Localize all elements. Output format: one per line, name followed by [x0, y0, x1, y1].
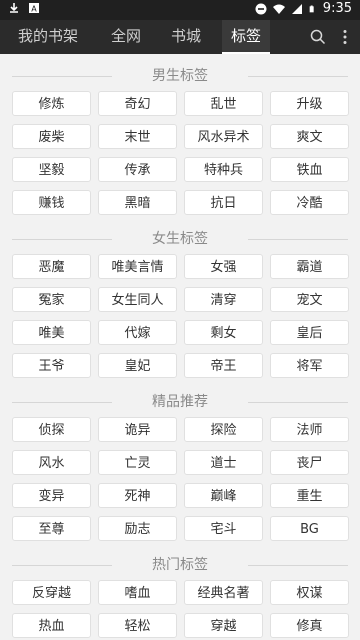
tag-button[interactable]: 修炼 [12, 91, 91, 116]
tag-button[interactable]: 法师 [270, 417, 349, 442]
tag-button[interactable]: 巅峰 [184, 483, 263, 508]
tag-button[interactable]: 奇幻 [98, 91, 177, 116]
tag-button[interactable]: 坚毅 [12, 157, 91, 182]
section-title-featured: 精品推荐 [0, 391, 360, 413]
tag-button[interactable]: 丧尸 [270, 450, 349, 475]
tag-button[interactable]: 恶魔 [12, 254, 91, 279]
tag-button[interactable]: 王爷 [12, 353, 91, 378]
tag-button[interactable]: 女生同人 [98, 287, 177, 312]
tag-button[interactable]: 铁血 [270, 157, 349, 182]
tag-button[interactable]: 抗日 [184, 190, 263, 215]
signal-icon [291, 3, 302, 14]
tag-button[interactable]: 穿越 [184, 613, 263, 638]
tag-button[interactable]: 重生 [270, 483, 349, 508]
tag-button[interactable]: 废柴 [12, 124, 91, 149]
tag-button[interactable]: 清穿 [184, 287, 263, 312]
minus-circle-icon [255, 3, 267, 14]
tag-button[interactable]: 冤家 [12, 287, 91, 312]
tag-grid-male: 修炼 奇幻 乱世 升级废柴 末世 风水异术 爽文坚毅 传承 特种兵 铁血赚钱 黑暗 抗日 冷酷 [12, 91, 350, 215]
tag-button[interactable]: 修真 [270, 613, 349, 638]
tag-button[interactable]: 宠文 [270, 287, 349, 312]
tag-grid-hot: 反穿越 嗜血 经典名著 权谋热血 轻松 穿越 修真 [12, 580, 350, 638]
tab-all-web[interactable]: 全网 [96, 20, 156, 54]
tag-button[interactable]: 变异 [12, 483, 91, 508]
tag-button[interactable]: 宅斗 [184, 516, 263, 541]
app-a-icon: A [29, 3, 39, 14]
search-button[interactable] [307, 26, 329, 48]
tag-button[interactable]: 将军 [270, 353, 349, 378]
tag-button[interactable]: 赚钱 [12, 190, 91, 215]
tag-button[interactable]: 特种兵 [184, 157, 263, 182]
tag-button[interactable]: 经典名著 [184, 580, 263, 605]
tab-bookstore[interactable]: 书城 [156, 20, 216, 54]
status-time: 9:35 [322, 1, 352, 16]
section-title-hot: 热门标签 [0, 554, 360, 576]
tag-button[interactable]: 霸道 [270, 254, 349, 279]
tag-button[interactable]: 诡异 [98, 417, 177, 442]
tag-button[interactable]: 帝王 [184, 353, 263, 378]
tag-button[interactable]: 升级 [270, 91, 349, 116]
section-title-male: 男生标签 [0, 65, 360, 87]
tag-button[interactable]: 传承 [98, 157, 177, 182]
tag-button[interactable]: 亡灵 [98, 450, 177, 475]
tag-button[interactable]: 死神 [98, 483, 177, 508]
tag-button[interactable]: 嗜血 [98, 580, 177, 605]
more-vertical-icon [343, 30, 347, 44]
tag-button[interactable]: 冷酷 [270, 190, 349, 215]
tab-tags[interactable]: 标签 [222, 20, 270, 54]
tab-bookshelf[interactable]: 我的书架 [8, 20, 88, 54]
tag-button[interactable]: 唯美言情 [98, 254, 177, 279]
tag-grid-female: 恶魔 唯美言情 女强 霸道冤家 女生同人 清穿 宠文唯美 代嫁 剩女 皇后王爷 皇妃 帝王 将军 [12, 254, 350, 378]
tag-button[interactable]: 侦探 [12, 417, 91, 442]
tag-button[interactable]: 代嫁 [98, 320, 177, 345]
tag-button[interactable]: 乱世 [184, 91, 263, 116]
app-bar: 我的书架 全网 书城 标签 [0, 20, 360, 54]
tag-button[interactable]: 风水 [12, 450, 91, 475]
tag-button[interactable]: BG [270, 516, 349, 541]
tag-button[interactable]: 道士 [184, 450, 263, 475]
tag-button[interactable]: 爽文 [270, 124, 349, 149]
tag-button[interactable]: 皇后 [270, 320, 349, 345]
tag-button[interactable]: 热血 [12, 613, 91, 638]
tag-content[interactable]: 男生标签 修炼 奇幻 乱世 升级废柴 末世 风水异术 爽文坚毅 传承 特种兵 铁血赚钱 黑暗 抗日 冷酷… [0, 54, 360, 640]
tag-button[interactable]: 励志 [98, 516, 177, 541]
tag-button[interactable]: 皇妃 [98, 353, 177, 378]
search-icon [310, 29, 326, 45]
status-bar: A 9:35 [0, 0, 360, 20]
tag-button[interactable]: 末世 [98, 124, 177, 149]
tag-button[interactable]: 反穿越 [12, 580, 91, 605]
wifi-icon [272, 4, 285, 14]
tag-button[interactable]: 轻松 [98, 613, 177, 638]
tag-button[interactable]: 至尊 [12, 516, 91, 541]
tag-button[interactable]: 剩女 [184, 320, 263, 345]
tag-button[interactable]: 女强 [184, 254, 263, 279]
battery-icon [309, 5, 314, 12]
tag-button[interactable]: 唯美 [12, 320, 91, 345]
tag-button[interactable]: 风水异术 [184, 124, 263, 149]
section-title-female: 女生标签 [0, 228, 360, 250]
svg-text:A: A [31, 5, 37, 14]
tag-grid-featured: 侦探 诡异 探险 法师风水 亡灵 道士 丧尸变异 死神 巅峰 重生至尊 励志 宅斗 BG [12, 417, 350, 541]
tag-button[interactable]: 黑暗 [98, 190, 177, 215]
more-button[interactable] [334, 26, 356, 48]
tag-button[interactable]: 探险 [184, 417, 263, 442]
download-icon [10, 3, 18, 13]
tag-button[interactable]: 权谋 [270, 580, 349, 605]
